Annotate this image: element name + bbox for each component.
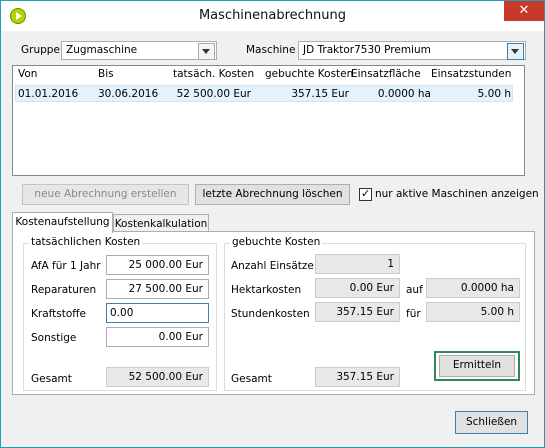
cell-area: 0.0000 ha xyxy=(377,88,431,100)
afa-label: AfA für 1 Jahr xyxy=(31,260,101,272)
column-header-area[interactable]: Einsatzfläche xyxy=(351,68,421,80)
repairs-field[interactable]: 27 500.00 Eur xyxy=(106,279,209,299)
maschine-value: JD Traktor7530 Premium xyxy=(303,44,431,56)
actual-total-field: 52 500.00 Eur xyxy=(106,367,209,387)
column-header-hours[interactable]: Einsatzstunden xyxy=(431,68,511,80)
cell-actual-costs: 52 500.00 Eur xyxy=(176,88,251,100)
title-bar: Maschinenabrechnung ✕ xyxy=(1,1,544,31)
column-header-actual-costs[interactable]: tatsäch. Kosten xyxy=(173,68,254,80)
column-header-booked-costs[interactable]: gebuchte Kosten xyxy=(265,68,353,80)
gruppe-value: Zugmaschine xyxy=(66,44,138,56)
booked-costs-title: gebuchte Kosten xyxy=(230,236,323,248)
close-icon[interactable]: ✕ xyxy=(504,1,544,21)
fuer-label: für xyxy=(406,308,421,320)
cell-bis: 30.06.2016 xyxy=(98,88,159,100)
hectare-costs-field: 0.00 Eur xyxy=(315,278,400,298)
auf-label: auf xyxy=(406,284,423,296)
actual-total-label: Gesamt xyxy=(31,373,72,385)
afa-field[interactable]: 25 000.00 Eur xyxy=(106,255,209,275)
calculate-button[interactable]: Ermitteln xyxy=(439,355,515,377)
chevron-down-icon[interactable] xyxy=(507,43,524,60)
repairs-label: Reparaturen xyxy=(31,284,97,296)
chevron-down-icon[interactable] xyxy=(198,43,215,60)
hours-field: 5.00 h xyxy=(426,302,520,322)
gruppe-select[interactable]: Zugmaschine xyxy=(61,41,217,60)
active-only-checkbox[interactable] xyxy=(359,187,372,201)
area-field: 0.0000 ha xyxy=(426,278,520,298)
tab-kostenaufstellung[interactable]: Kostenaufstellung xyxy=(12,212,113,233)
count-label: Anzahl Einsätze xyxy=(231,260,314,272)
other-label: Sonstige xyxy=(31,332,77,344)
active-only-label[interactable]: nur aktive Maschinen anzeigen xyxy=(375,188,539,200)
hour-costs-label: Stundenkosten xyxy=(231,308,310,320)
cell-hours: 5.00 h xyxy=(477,88,511,100)
cell-booked-costs: 357.15 Eur xyxy=(291,88,349,100)
booked-total-label: Gesamt xyxy=(231,373,272,385)
dialog-window: Maschinenabrechnung ✕ Gruppe Zugmaschine… xyxy=(0,0,545,448)
tab-panel: tatsächlichen Kosten AfA für 1 Jahr 25 0… xyxy=(12,231,535,395)
booked-total-field: 357.15 Eur xyxy=(315,367,400,387)
table-row[interactable]: 01.01.2016 30.06.2016 52 500.00 Eur 357.… xyxy=(15,85,513,102)
column-header-bis[interactable]: Bis xyxy=(98,68,114,80)
hour-costs-field: 357.15 Eur xyxy=(315,302,400,322)
count-field: 1 xyxy=(315,254,400,274)
close-button[interactable]: Schließen xyxy=(455,411,528,434)
cell-von: 01.01.2016 xyxy=(18,88,79,100)
delete-last-billing-button[interactable]: letzte Abrechnung löschen xyxy=(195,184,350,205)
maschine-label: Maschine xyxy=(246,44,296,56)
actual-costs-title: tatsächlichen Kosten xyxy=(29,236,143,248)
maschine-select[interactable]: JD Traktor7530 Premium xyxy=(298,41,526,60)
hectare-costs-label: Hektarkosten xyxy=(231,284,302,296)
other-field[interactable]: 0.00 Eur xyxy=(106,327,209,347)
fuel-field[interactable]: 0.00 xyxy=(106,303,209,323)
window-title: Maschinenabrechnung xyxy=(198,8,347,23)
gruppe-label: Gruppe xyxy=(21,44,60,56)
billing-list[interactable]: Von Bis tatsäch. Kosten gebuchte Kosten … xyxy=(12,65,525,176)
fuel-label: Kraftstoffe xyxy=(31,308,86,320)
new-billing-button[interactable]: neue Abrechnung erstellen xyxy=(22,184,189,205)
column-header-von[interactable]: Von xyxy=(18,68,37,80)
calculate-focus-ring: Ermitteln xyxy=(434,351,520,381)
